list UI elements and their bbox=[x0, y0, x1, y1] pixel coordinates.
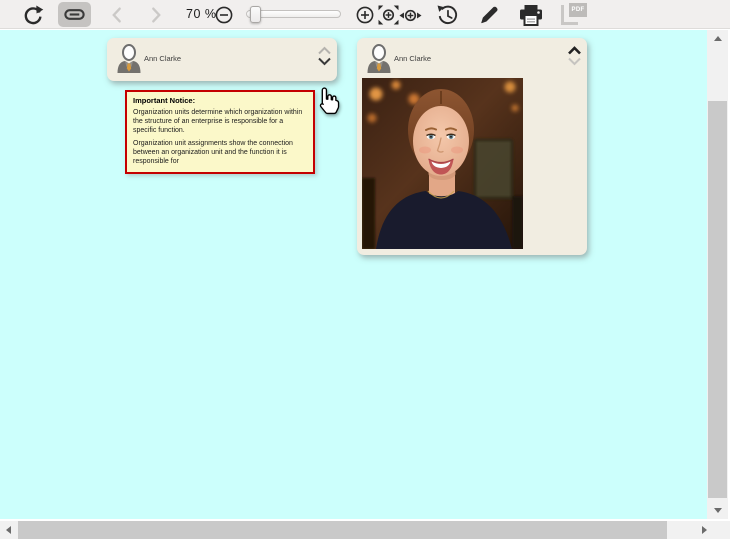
person-icon bbox=[367, 44, 391, 73]
pdf-icon: PDF bbox=[561, 3, 587, 27]
expand-up-button chevron-up-icon[interactable] bbox=[317, 46, 332, 55]
triangle-right-icon bbox=[702, 526, 707, 534]
zoom-in-button[interactable] bbox=[355, 5, 374, 24]
zoom-out-button[interactable] bbox=[214, 5, 233, 24]
printer-icon bbox=[520, 4, 542, 26]
vertical-scroll-thumb[interactable] bbox=[708, 101, 727, 498]
collapse-down-button chevron-down-icon[interactable] bbox=[317, 57, 332, 66]
toolbar: 70 % PDF bbox=[0, 0, 730, 29]
zoom-slider[interactable] bbox=[246, 6, 341, 23]
history-button[interactable] bbox=[435, 3, 460, 27]
zoom-level-label: 70 % bbox=[186, 7, 217, 21]
pdf-label: PDF bbox=[569, 3, 587, 17]
notice-paragraph: Organization units determine which organ… bbox=[133, 109, 303, 134]
person-name: Ann Clarke bbox=[144, 54, 182, 63]
link-tool-button[interactable] bbox=[58, 2, 91, 27]
org-diagram-app: 70 % PDF Ann Clarke Important Notice: Or… bbox=[0, 0, 730, 539]
notice-node[interactable]: Important Notice: Organization units det… bbox=[125, 90, 315, 174]
notice-paragraph: Organization unit assignments show the c… bbox=[133, 140, 293, 165]
plus-circle-icon bbox=[356, 6, 373, 23]
collapse-up-button chevron-up-icon[interactable] bbox=[567, 46, 582, 55]
refresh-icon bbox=[24, 5, 44, 25]
chevron-right-icon bbox=[151, 7, 161, 23]
edit-button[interactable] bbox=[477, 3, 501, 27]
scroll-down-button[interactable] bbox=[707, 502, 728, 519]
person-icon bbox=[117, 44, 141, 73]
refresh-button[interactable] bbox=[20, 2, 46, 28]
person-node-collapsed[interactable]: Ann Clarke bbox=[107, 38, 337, 81]
chevron-left-icon bbox=[111, 7, 121, 23]
scroll-up-button[interactable] bbox=[707, 30, 728, 47]
triangle-up-icon bbox=[713, 36, 722, 41]
back-button[interactable] bbox=[105, 4, 127, 26]
diagram-canvas[interactable]: Ann Clarke Important Notice: Organizatio… bbox=[0, 30, 707, 519]
hand-cursor bbox=[319, 87, 340, 115]
print-button[interactable] bbox=[517, 3, 545, 27]
zoom-fit-icon bbox=[378, 5, 398, 25]
export-pdf-button[interactable]: PDF bbox=[560, 3, 588, 27]
employee-photo bbox=[362, 78, 523, 249]
triangle-left-icon bbox=[6, 526, 11, 534]
horizontal-scroll-thumb[interactable] bbox=[18, 521, 667, 539]
expand-down-button chevron-down-icon[interactable] bbox=[567, 57, 582, 66]
vertical-scrollbar[interactable] bbox=[707, 30, 728, 519]
zoom-slider-handle[interactable] bbox=[250, 6, 261, 23]
zoom-to-fit-button[interactable] bbox=[377, 4, 399, 26]
scroll-left-button[interactable] bbox=[0, 521, 17, 539]
triangle-down-icon bbox=[713, 508, 722, 513]
history-icon bbox=[437, 5, 458, 24]
person-node-expanded[interactable]: Ann Clarke bbox=[357, 38, 587, 255]
scroll-right-button[interactable] bbox=[696, 521, 713, 539]
link-icon bbox=[64, 9, 85, 20]
person-name: Ann Clarke bbox=[394, 54, 432, 63]
notice-title: Important Notice: bbox=[133, 96, 196, 105]
zoom-to-width-button[interactable] bbox=[399, 6, 422, 24]
horizontal-scrollbar[interactable] bbox=[0, 521, 730, 539]
forward-button[interactable] bbox=[145, 4, 167, 26]
minus-circle-icon bbox=[215, 6, 232, 23]
pencil-icon bbox=[481, 6, 498, 24]
zoom-width-icon bbox=[399, 9, 422, 21]
